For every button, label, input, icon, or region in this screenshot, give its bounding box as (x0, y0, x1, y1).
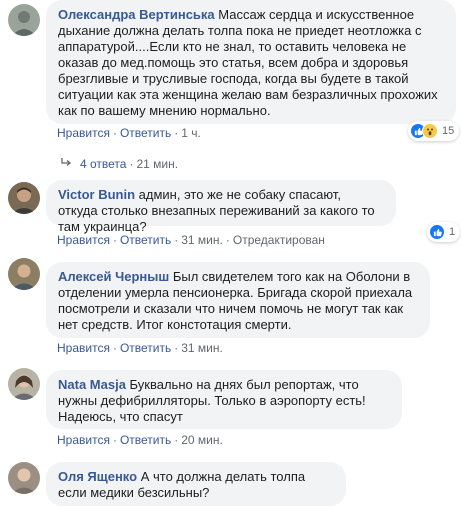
comment-time[interactable]: 31 мин. (181, 341, 223, 355)
reactions-count: 15 (442, 125, 455, 137)
like-link[interactable]: Нравится (57, 126, 110, 140)
reply-arrow-icon (60, 157, 72, 171)
comment-time[interactable]: 31 мин. (181, 233, 223, 247)
comment-bubble: Nata Masja Буквально на днях был репорта… (46, 370, 402, 429)
reactions-count: 1 (449, 226, 456, 238)
replies-count[interactable]: 4 ответа (80, 157, 126, 171)
reply-link[interactable]: Ответить (120, 126, 171, 140)
comment-author[interactable]: Оля Ященко (58, 469, 137, 484)
comment-text: Надеюсь, что спасут (58, 409, 183, 424)
like-link[interactable]: Нравится (57, 233, 110, 247)
avatar[interactable] (8, 4, 40, 36)
comment-bubble: Олександра Вертинська Массаж сердца и ис… (46, 0, 456, 124)
comment-actions: Нравится · Ответить · 20 мин. (57, 433, 223, 447)
comment-author[interactable]: Алексей Черныш (58, 269, 169, 284)
replies-time: 21 мин. (136, 157, 179, 171)
comment-author[interactable]: Олександра Вертинська (58, 7, 215, 22)
comment-actions: Нравится · Ответить · 31 мин. (57, 341, 223, 355)
avatar[interactable] (8, 368, 40, 400)
comment-bubble: Victor Bunin админ, это же не собаку спа… (46, 180, 396, 234)
wow-reaction-icon (422, 123, 438, 139)
avatar[interactable] (8, 258, 40, 290)
reply-link[interactable]: Ответить (120, 433, 171, 447)
comment-time[interactable]: 1 ч. (181, 126, 201, 140)
comment-actions: Нравится · Ответить · 31 мин. · Отредактирован (57, 233, 325, 247)
comment-author[interactable]: Victor Bunin (58, 187, 135, 202)
avatar[interactable] (8, 182, 40, 214)
edited-label[interactable]: Отредактирован (233, 233, 325, 247)
comment-text: Массаж сердца и искусственное дыхание до… (58, 7, 438, 118)
view-replies-link[interactable]: 4 ответа · 21 мин. (60, 157, 178, 171)
reactions-summary[interactable]: 1 (427, 222, 461, 242)
comment-actions: Нравится · Ответить · 1 ч. (57, 126, 201, 140)
comment-time[interactable]: 20 мин. (181, 433, 223, 447)
comment-bubble: Алексей Черныш Был свидетелем того как н… (46, 262, 430, 338)
like-link[interactable]: Нравится (57, 433, 110, 447)
avatar[interactable] (8, 462, 40, 494)
comment-author[interactable]: Nata Masja (58, 377, 126, 392)
comment-bubble: Оля Ященко А что должна делать толпа есл… (46, 462, 346, 506)
reply-link[interactable]: Ответить (120, 233, 171, 247)
reactions-summary[interactable]: 15 (408, 121, 460, 141)
like-reaction-icon (429, 224, 445, 240)
like-link[interactable]: Нравится (57, 341, 110, 355)
reply-link[interactable]: Ответить (120, 341, 171, 355)
